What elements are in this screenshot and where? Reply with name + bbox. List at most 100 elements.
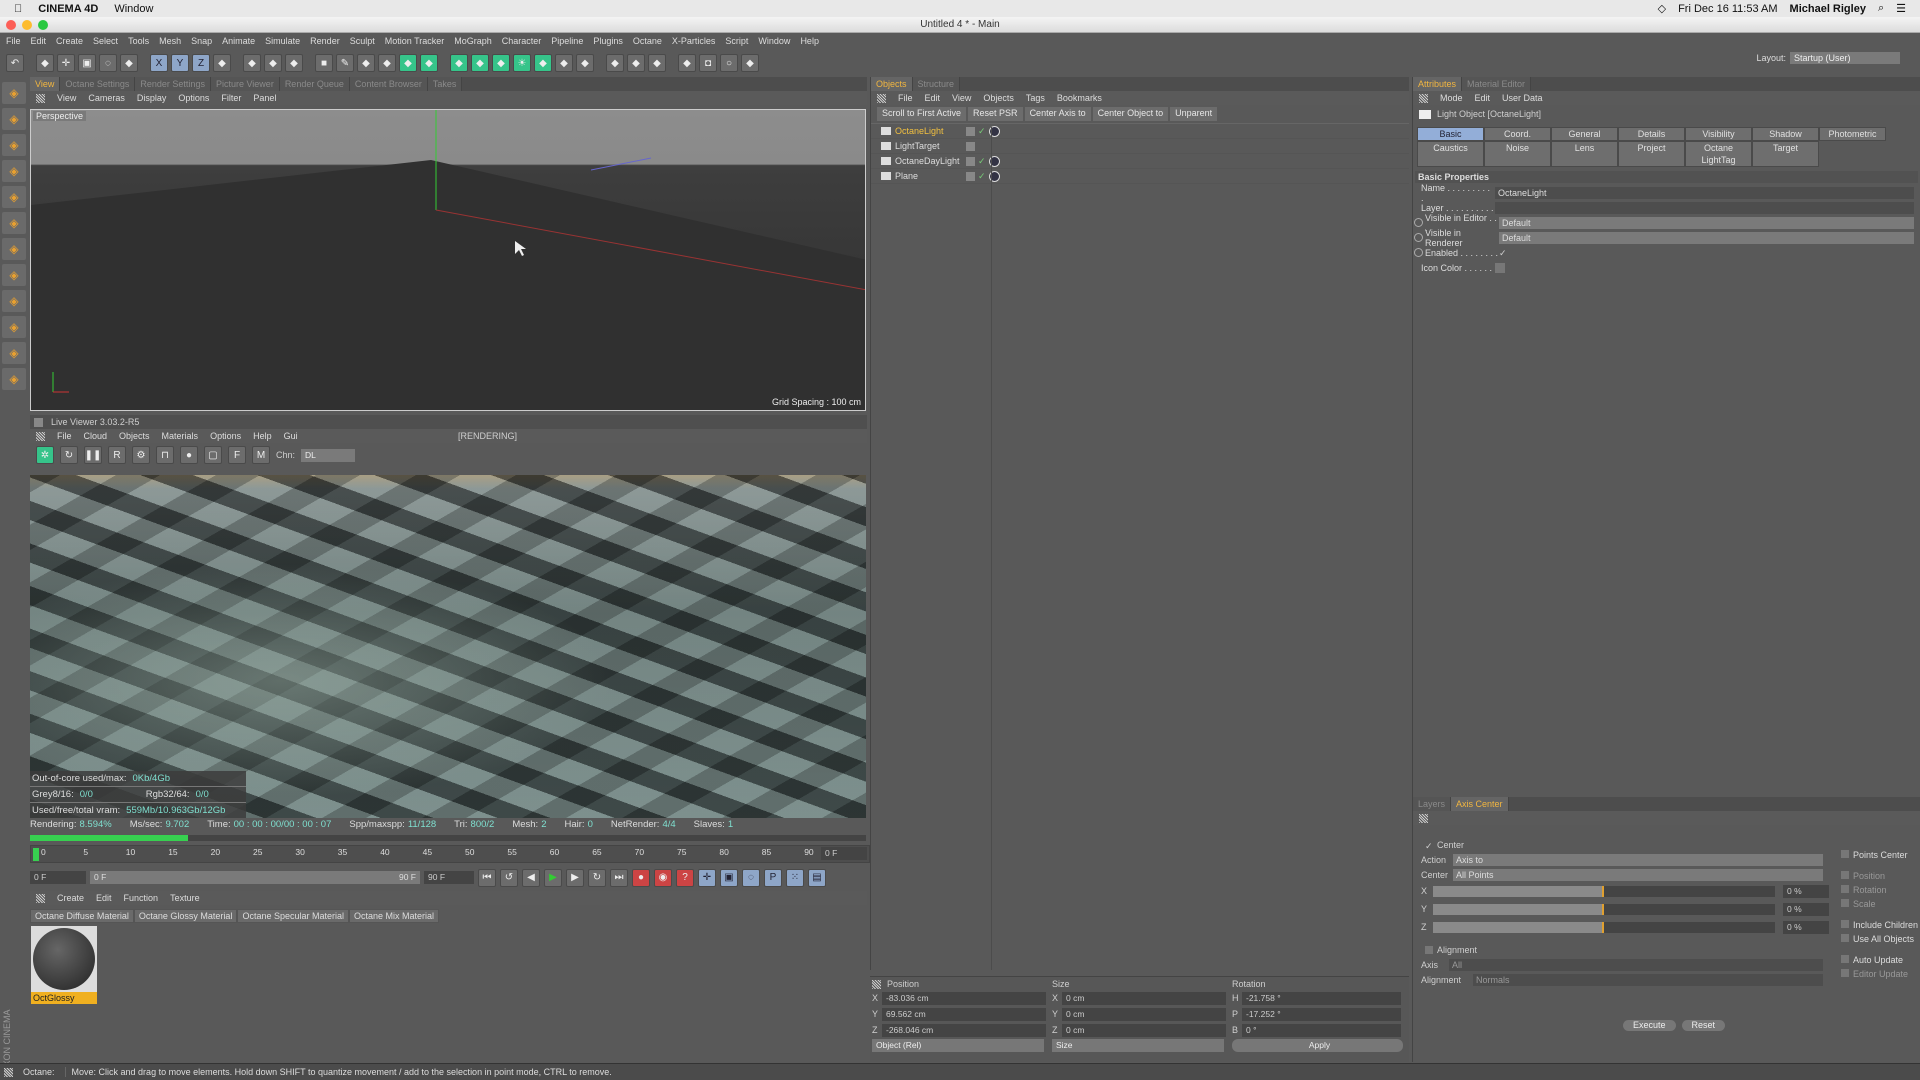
tab-render-queue[interactable]: Render Queue — [279, 77, 350, 91]
sweep-icon[interactable]: ◆ — [606, 54, 624, 72]
subtab-octane-lighttag[interactable]: Octane LightTag — [1685, 141, 1752, 167]
x-axis-icon[interactable]: X — [150, 54, 168, 72]
record-keys-icon[interactable]: ● — [632, 868, 650, 887]
previous-key-icon[interactable]: ↺ — [500, 868, 518, 887]
app-menu[interactable]: CINEMA 4D — [38, 3, 98, 15]
menu-file[interactable]: File — [6, 36, 21, 46]
move-icon[interactable]: ✛ — [57, 54, 75, 72]
viewport-menu-filter[interactable]: Filter — [221, 93, 241, 103]
subtab-basic[interactable]: Basic — [1417, 127, 1484, 141]
object-row[interactable]: Plane ✓ — [871, 169, 1409, 184]
subtab-target[interactable]: Target — [1752, 141, 1819, 167]
rotate-icon[interactable]: ◌ — [99, 54, 117, 72]
menu-help[interactable]: Help — [800, 36, 819, 46]
enabled-check-icon[interactable]: ✓ — [978, 156, 986, 167]
subtab-details[interactable]: Details — [1618, 127, 1685, 141]
axis-slider[interactable] — [1433, 885, 1775, 897]
autokey-icon[interactable]: ◉ — [654, 868, 672, 887]
menu-sculpt[interactable]: Sculpt — [350, 36, 375, 46]
octane-live-viewer-icon[interactable]: ◆ — [648, 54, 666, 72]
property-value[interactable]: Default — [1499, 231, 1914, 244]
scale-icon[interactable]: ▣ — [78, 54, 96, 72]
enabled-check-icon[interactable]: ✓ — [978, 126, 986, 137]
subtab-visibility[interactable]: Visibility — [1685, 127, 1752, 141]
option-scale[interactable]: Scale — [1841, 898, 1919, 911]
tab-structure[interactable]: Structure — [912, 77, 961, 91]
tab-objects[interactable]: Objects — [871, 77, 913, 91]
menu-window[interactable]: Window — [758, 36, 790, 46]
recent-tool-icon[interactable]: ◆ — [120, 54, 138, 72]
tab-content-browser[interactable]: Content Browser — [349, 77, 428, 91]
pick-material-icon[interactable]: M — [252, 446, 270, 464]
material-ball-icon[interactable]: ● — [180, 446, 198, 464]
play-icon[interactable]: ▶ — [544, 868, 562, 887]
option-checkbox[interactable] — [1841, 871, 1849, 879]
alignment-checkbox[interactable] — [1425, 945, 1433, 954]
center-object-to-button[interactable]: Center Object to — [1092, 107, 1169, 121]
option-checkbox[interactable] — [1841, 850, 1849, 858]
coord-value-input[interactable]: -268.046 cm — [882, 1023, 1046, 1037]
workplane-icon[interactable]: ◈ — [2, 342, 26, 364]
frame-range-slider[interactable]: 0 F 90 F — [90, 871, 420, 884]
render-output[interactable]: Out-of-core used/max: 0Kb/4Gb Grey8/16: 0/… — [30, 475, 866, 818]
next-frame-icon[interactable]: ▶ — [566, 868, 584, 887]
live-viewer-menu-options[interactable]: Options — [210, 431, 241, 441]
menu-render[interactable]: Render — [310, 36, 340, 46]
axis-select[interactable]: All — [1449, 958, 1823, 971]
tab-picture-viewer[interactable]: Picture Viewer — [210, 77, 280, 91]
axis-slider[interactable] — [1433, 921, 1775, 933]
objects-menu-objects[interactable]: Objects — [983, 93, 1014, 103]
menu-x-particles[interactable]: X-Particles — [672, 36, 716, 46]
live-viewer-menu-help[interactable]: Help — [253, 431, 272, 441]
option-checkbox[interactable] — [1841, 885, 1849, 893]
tweak-mode-icon[interactable]: ◈ — [2, 264, 26, 286]
pause-icon[interactable]: ❚❚ — [84, 446, 102, 464]
coord-value-input[interactable]: -17.252 ° — [1242, 1007, 1401, 1021]
tab-render-settings[interactable]: Render Settings — [135, 77, 211, 91]
clock[interactable]: Fri Dec 16 11:53 AM — [1678, 3, 1777, 15]
region-render-icon[interactable]: R — [108, 446, 126, 464]
menu-animate[interactable]: Animate — [222, 36, 255, 46]
attributes-menu-edit[interactable]: Edit — [1475, 93, 1491, 103]
restart-icon[interactable]: ↻ — [60, 446, 78, 464]
animation-radio[interactable] — [1414, 248, 1423, 257]
option-checkbox[interactable] — [1841, 969, 1849, 977]
panel-grip-icon[interactable] — [36, 431, 45, 441]
playhead[interactable] — [33, 848, 39, 861]
deformer-icon[interactable]: ◆ — [399, 54, 417, 72]
property-checkbox[interactable]: ✓ — [1499, 248, 1509, 258]
menu-select[interactable]: Select — [93, 36, 118, 46]
z-axis-icon[interactable]: Z — [192, 54, 210, 72]
material-menu-edit[interactable]: Edit — [96, 893, 112, 903]
coord-value-input[interactable]: 0 ° — [1242, 1023, 1401, 1037]
go-to-end-icon[interactable]: ⏭ — [610, 868, 628, 887]
subtab-lens[interactable]: Lens — [1551, 141, 1618, 167]
symmetry-icon[interactable]: ◆ — [576, 54, 594, 72]
menu-snap[interactable]: Snap — [191, 36, 212, 46]
layer-checkbox[interactable] — [966, 126, 975, 136]
apply-button[interactable]: Apply — [1232, 1039, 1403, 1052]
parameter-key-icon[interactable]: P — [764, 868, 782, 887]
menu-motion-tracker[interactable]: Motion Tracker — [385, 36, 445, 46]
animation-radio[interactable] — [1414, 233, 1423, 242]
subtab-shadow[interactable]: Shadow — [1752, 127, 1819, 141]
axis-mode-icon[interactable]: ◈ — [2, 238, 26, 260]
point-level-icon[interactable]: ⁙ — [786, 868, 804, 887]
pick-focus-icon[interactable]: F — [228, 446, 246, 464]
coord-value-input[interactable]: 0 cm — [1062, 1023, 1226, 1037]
slider-value-input[interactable]: 0 % — [1783, 902, 1829, 916]
viewport-menu-view[interactable]: View — [57, 93, 76, 103]
undo-icon[interactable]: ↶ — [6, 54, 24, 72]
material-menu-function[interactable]: Function — [124, 893, 159, 903]
subtab-photometric[interactable]: Photometric — [1819, 127, 1886, 141]
camera-icon[interactable]: ◆ — [450, 54, 468, 72]
material-menu-create[interactable]: Create — [57, 893, 84, 903]
clay-mode-icon[interactable]: ▢ — [204, 446, 222, 464]
keyframe-selection-icon[interactable]: ? — [676, 868, 694, 887]
property-checkbox[interactable] — [1495, 262, 1505, 273]
volume-icon[interactable]: ◆ — [555, 54, 573, 72]
viewport-menu-options[interactable]: Options — [178, 93, 209, 103]
layout-select[interactable]: Startup (User) — [1790, 52, 1900, 64]
tab-octane-settings[interactable]: Octane Settings — [60, 77, 136, 91]
point-mode-icon[interactable]: ◈ — [2, 160, 26, 182]
